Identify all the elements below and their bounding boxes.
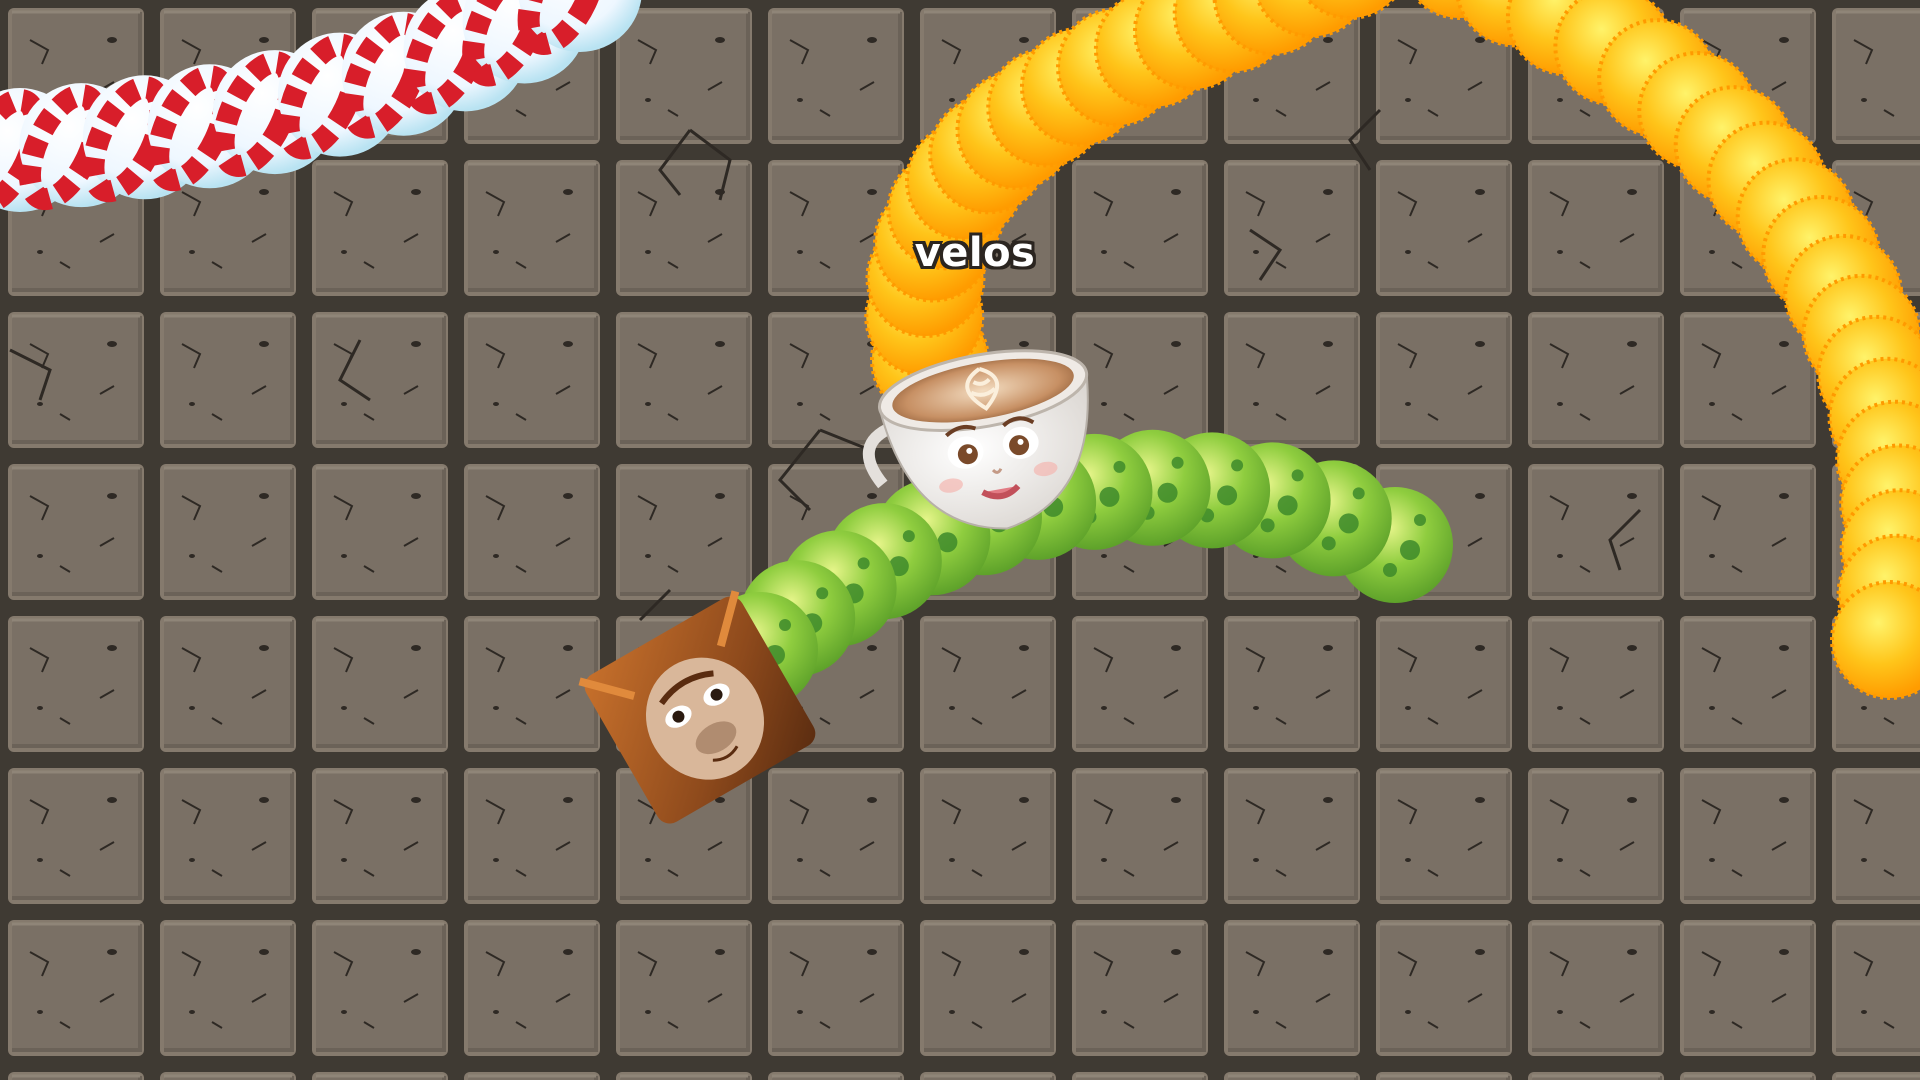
arena-floor: [0, 0, 1920, 1080]
player-name-label: velos: [914, 230, 1036, 276]
game-arena[interactable]: velos: [0, 0, 1920, 1080]
